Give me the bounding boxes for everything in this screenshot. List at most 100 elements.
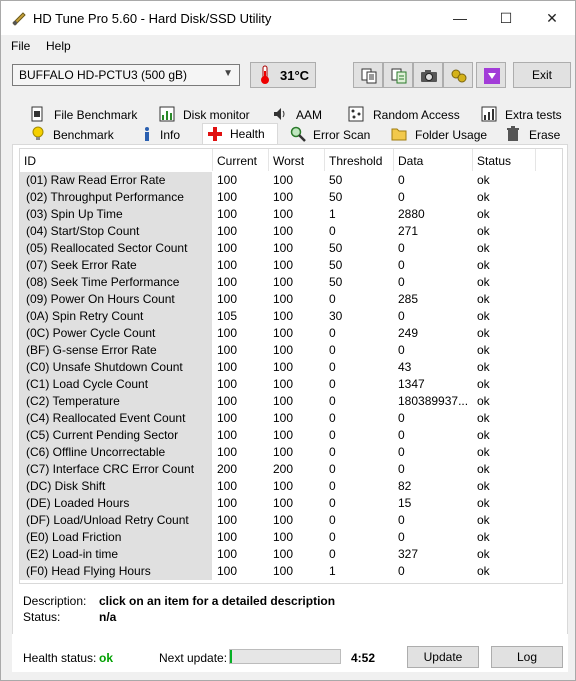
- table-row[interactable]: (07) Seek Error Rate 100 100 50 0 ok: [20, 257, 540, 274]
- table-row[interactable]: (02) Throughput Performance 100 100 50 0 ok: [20, 189, 540, 206]
- table-row[interactable]: (0C) Power Cycle Count 100 100 0 249 ok: [20, 325, 540, 342]
- table-cell-status: ok: [477, 513, 490, 527]
- column-divider: [535, 149, 536, 171]
- table-cell-status: ok: [477, 207, 490, 221]
- tab-disk-monitor[interactable]: Disk monitor: [159, 105, 259, 125]
- extra-tests-icon: [481, 106, 497, 122]
- copy-text-button[interactable]: [353, 62, 383, 88]
- options-button[interactable]: [443, 62, 473, 88]
- table-cell-data: 43: [398, 360, 412, 374]
- table-row[interactable]: (03) Spin Up Time 100 100 1 2880 ok: [20, 206, 540, 223]
- table-row[interactable]: (05) Reallocated Sector Count 100 100 50 0 ok: [20, 240, 540, 257]
- column-header-status[interactable]: Status: [473, 149, 535, 171]
- table-cell-id: (C6) Offline Uncorrectable: [20, 444, 212, 461]
- table-cell-id: (C4) Reallocated Event Count: [20, 410, 212, 427]
- table-row[interactable]: (01) Raw Read Error Rate 100 100 50 0 ok: [20, 172, 540, 189]
- table-cell-id: (DF) Load/Unload Retry Count: [20, 512, 212, 529]
- table-row[interactable]: (C2) Temperature 100 100 0 180389937... ok: [20, 393, 540, 410]
- tab-health[interactable]: Health: [202, 123, 278, 145]
- table-row[interactable]: (09) Power On Hours Count 100 100 0 285 ok: [20, 291, 540, 308]
- screenshot-button[interactable]: [413, 62, 443, 88]
- tab-label: AAM: [296, 108, 323, 122]
- tab-error-scan[interactable]: Error Scan: [290, 125, 382, 145]
- table-row[interactable]: (E2) Load-in time 100 100 0 327 ok: [20, 546, 540, 563]
- table-cell-status: ok: [477, 445, 490, 459]
- table-row[interactable]: (C7) Interface CRC Error Count 200 200 0 0 ok: [20, 461, 540, 478]
- tab-label: Benchmark: [53, 128, 114, 142]
- options-icon: [451, 69, 467, 83]
- table-cell-status: ok: [477, 428, 490, 442]
- table-cell-current: 100: [217, 326, 238, 340]
- table-cell-threshold: 0: [329, 326, 336, 340]
- menu-help[interactable]: Help: [46, 39, 71, 53]
- maximize-button[interactable]: ☐: [483, 1, 529, 35]
- minimize-button[interactable]: —: [437, 1, 483, 35]
- table-cell-threshold: 1: [329, 207, 336, 221]
- table-row[interactable]: (C0) Unsafe Shutdown Count 100 100 0 43 ok: [20, 359, 540, 376]
- update-button[interactable]: Update: [407, 646, 479, 668]
- table-cell-data: 0: [398, 173, 405, 187]
- table-cell-threshold: 0: [329, 360, 336, 374]
- table-row[interactable]: (C1) Load Cycle Count 100 100 0 1347 ok: [20, 376, 540, 393]
- copy-all-icon: [391, 68, 407, 84]
- column-header-id[interactable]: ID: [20, 149, 212, 171]
- column-header-data[interactable]: Data: [394, 149, 472, 171]
- close-button[interactable]: ✕: [529, 1, 575, 35]
- app-window: HD Tune Pro 5.60 - Hard Disk/SSD Utility…: [0, 0, 576, 681]
- table-cell-current: 100: [217, 224, 238, 238]
- table-cell-threshold: 0: [329, 479, 336, 493]
- table-row[interactable]: (DC) Disk Shift 100 100 0 82 ok: [20, 478, 540, 495]
- table-row[interactable]: (08) Seek Time Performance 100 100 50 0 ok: [20, 274, 540, 291]
- tab-random-access[interactable]: Random Access: [348, 105, 466, 125]
- tab-extra-tests[interactable]: Extra tests: [481, 105, 569, 125]
- tab-file-benchmark[interactable]: File Benchmark: [29, 105, 147, 125]
- drive-select[interactable]: BUFFALO HD-PCTU3 (500 gB) ▼: [12, 64, 240, 86]
- column-header-worst[interactable]: Worst: [269, 149, 324, 171]
- table-cell-id: (F0) Head Flying Hours: [20, 563, 212, 580]
- table-row[interactable]: (C5) Current Pending Sector 100 100 0 0 ok: [20, 427, 540, 444]
- table-cell-current: 105: [217, 309, 238, 323]
- download-button[interactable]: [476, 62, 506, 88]
- tab-info[interactable]: Info: [140, 125, 200, 145]
- table-cell-status: ok: [477, 224, 490, 238]
- status-value: n/a: [99, 610, 117, 624]
- tab-folder-usage[interactable]: Folder Usage: [391, 125, 491, 145]
- column-header-threshold[interactable]: Threshold: [325, 149, 393, 171]
- table-cell-threshold: 50: [329, 275, 343, 289]
- table-cell-data: 0: [398, 309, 405, 323]
- tab-erase[interactable]: Erase: [505, 125, 569, 145]
- copy-icon: [361, 68, 377, 84]
- table-cell-status: ok: [477, 190, 490, 204]
- table-cell-worst: 100: [273, 207, 294, 221]
- table-cell-worst: 100: [273, 377, 294, 391]
- table-row[interactable]: (DF) Load/Unload Retry Count 100 100 0 0 ok: [20, 512, 540, 529]
- table-row[interactable]: (DE) Loaded Hours 100 100 0 15 ok: [20, 495, 540, 512]
- table-row[interactable]: (E0) Load Friction 100 100 0 0 ok: [20, 529, 540, 546]
- menu-file[interactable]: File: [11, 39, 30, 53]
- file-benchmark-icon: [31, 106, 43, 122]
- countdown-value: 4:52: [351, 651, 376, 665]
- tab-benchmark[interactable]: Benchmark: [31, 125, 121, 145]
- table-row[interactable]: (C6) Offline Uncorrectable 100 100 0 0 ok: [20, 444, 540, 461]
- table-cell-data: 0: [398, 462, 405, 476]
- next-update-progress: [229, 649, 341, 664]
- table-row[interactable]: (0A) Spin Retry Count 105 100 30 0 ok: [20, 308, 540, 325]
- table-row[interactable]: (F0) Head Flying Hours 100 100 1 0 ok: [20, 563, 540, 580]
- menu-bar: File Help: [1, 35, 575, 57]
- tab-label: Erase: [529, 128, 561, 142]
- copy-all-button[interactable]: [383, 62, 413, 88]
- table-row[interactable]: (C4) Reallocated Event Count 100 100 0 0 ok: [20, 410, 540, 427]
- log-button[interactable]: Log: [491, 646, 563, 668]
- table-row[interactable]: (BF) G-sense Error Rate 100 100 0 0 ok: [20, 342, 540, 359]
- table-row[interactable]: (04) Start/Stop Count 100 100 0 271 ok: [20, 223, 540, 240]
- window-title: HD Tune Pro 5.60 - Hard Disk/SSD Utility: [33, 11, 272, 26]
- table-cell-worst: 100: [273, 394, 294, 408]
- table-cell-data: 82: [398, 479, 412, 493]
- table-cell-threshold: 0: [329, 513, 336, 527]
- table-cell-status: ok: [477, 394, 490, 408]
- table-cell-id: (04) Start/Stop Count: [20, 223, 212, 240]
- table-cell-worst: 100: [273, 292, 294, 306]
- tab-aam[interactable]: AAM: [272, 105, 332, 125]
- exit-button[interactable]: Exit: [513, 62, 571, 88]
- column-header-current[interactable]: Current: [213, 149, 268, 171]
